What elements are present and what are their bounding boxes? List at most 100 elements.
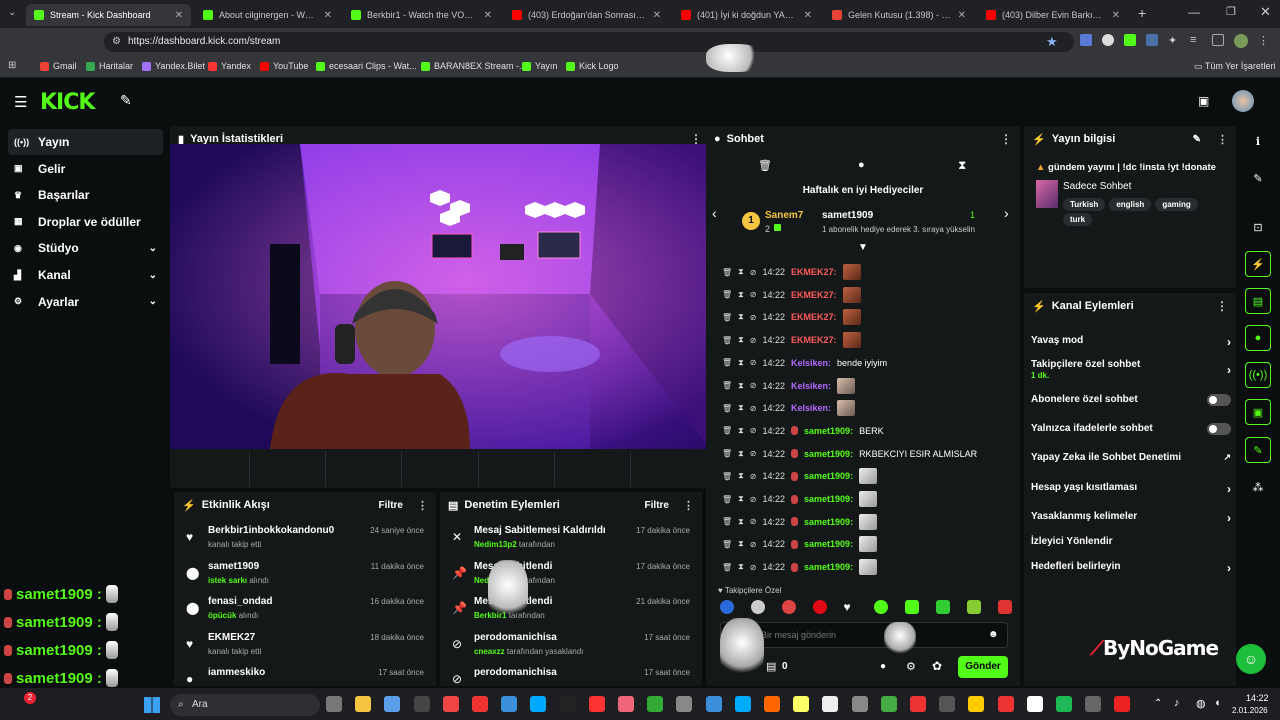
message-user[interactable]: samet1909: (804, 426, 853, 436)
tray-chevron-icon[interactable]: ⌃ (1154, 698, 1162, 709)
filter-button[interactable]: Filtre (379, 500, 403, 511)
browser-tab[interactable]: (403) Erdoğan'dan Sonrası Hes ✕ (504, 4, 669, 26)
delete-icon[interactable]: 🗑 (722, 540, 732, 549)
chat-message[interactable]: 🗑 ⧗ ⊘ 14:22 samet1909: (722, 513, 878, 531)
taskbar-app-icon[interactable] (530, 696, 547, 712)
puzzle-icon[interactable]: ✦ (1168, 34, 1180, 47)
network-icon[interactable]: ◍ (1196, 697, 1206, 710)
extension-icon[interactable] (1102, 34, 1114, 46)
tools-icon[interactable]: ✎ (120, 92, 132, 109)
message-user[interactable]: EKMEK27: (791, 290, 837, 300)
taskbar-app-icon[interactable] (1085, 696, 1102, 712)
bookmark-star-icon[interactable]: ★ (1046, 34, 1058, 50)
scroll-down-icon[interactable]: ▼ (858, 242, 868, 253)
tag-pill[interactable]: gaming (1155, 198, 1198, 211)
taskbar-app-icon[interactable] (588, 696, 605, 712)
ban-icon[interactable]: ⊘ (750, 426, 757, 435)
message-user[interactable]: samet1909: (804, 471, 853, 481)
taskbar-app-icon[interactable] (822, 696, 839, 712)
sidebar-item[interactable]: ▦ Droplar ve ödüller (8, 209, 163, 235)
emote-icon[interactable] (967, 600, 981, 614)
hourglass-icon[interactable]: ⧗ (958, 158, 966, 173)
profile-avatar[interactable] (1234, 34, 1248, 48)
filter-button[interactable]: Filtre (645, 500, 669, 511)
bookmark-item[interactable]: Yayın (522, 61, 557, 71)
emote-icon[interactable] (997, 600, 1012, 614)
delete-icon[interactable]: 🗑 (722, 358, 732, 367)
more-options-icon[interactable]: ⋮ (1217, 133, 1228, 146)
wrench-icon[interactable]: ✎ (1245, 437, 1271, 463)
delete-icon[interactable]: 🗑 (722, 404, 732, 413)
message-user[interactable]: samet1909: (804, 539, 853, 549)
list-item[interactable]: ⊘ perodomanichisa cneaxzz tarafından yasak… (448, 629, 694, 663)
chat-message[interactable]: 🗑 ⧗ ⊘ 14:22 EKMEK27: (722, 331, 861, 349)
extension-icon[interactable] (1124, 34, 1136, 46)
close-tab-icon[interactable]: ✕ (175, 10, 183, 21)
bookmark-item[interactable]: BARAN8EX Stream -... (421, 61, 527, 71)
taskbar-app-icon[interactable] (705, 696, 722, 712)
timeout-icon[interactable]: ⧗ (738, 562, 744, 572)
timeout-icon[interactable]: ⧗ (738, 335, 744, 345)
site-info-icon[interactable]: ⚙ (112, 36, 121, 47)
list-item[interactable]: ⬤ fenasi_ondad öpücük alındı 16 dakika önce (182, 593, 428, 627)
close-tab-icon[interactable]: ✕ (804, 10, 812, 21)
followers-chat-row[interactable]: Takipçilere özel sohbet › 1 dk. (1031, 359, 1231, 380)
taskbar-app-icon[interactable] (880, 696, 897, 712)
ban-icon[interactable]: ⊘ (750, 495, 757, 504)
chat-message[interactable]: 🗑 ⧗ ⊘ 14:22 EKMEK27: (722, 308, 861, 326)
timeout-icon[interactable]: ⧗ (738, 381, 744, 391)
extension-icon[interactable] (1080, 34, 1092, 46)
ban-icon[interactable]: ⊘ (750, 358, 757, 367)
chat-mode-icon[interactable]: ● (858, 159, 865, 171)
list-item[interactable]: 📌Mesaj SabitlendiNedim13p2 tarafından17 … (448, 558, 694, 592)
delete-icon[interactable]: 🗑 (722, 563, 732, 572)
trash-icon[interactable]: 🗑 (758, 159, 772, 172)
ban-icon[interactable]: ⊘ (750, 290, 757, 299)
delete-icon[interactable]: 🗑 (722, 426, 732, 435)
close-tab-icon[interactable]: ✕ (1112, 10, 1120, 21)
timeout-icon[interactable]: ⧗ (738, 403, 744, 413)
emote-icon[interactable] (720, 600, 734, 614)
timeout-icon[interactable]: ⧗ (738, 449, 744, 459)
bookmark-item[interactable]: Haritalar (86, 61, 133, 71)
list-item[interactable]: ♥ EKMEK27 kanalı takip etti 18 dakika önce (182, 629, 428, 663)
info-icon[interactable]: ℹ (1245, 128, 1271, 154)
stream-preview-video[interactable] (170, 144, 710, 449)
taskbar-app-icon[interactable] (501, 696, 518, 712)
timeout-icon[interactable]: ⧗ (738, 426, 744, 436)
sidebar-item[interactable]: ♛ Başarılar (8, 182, 163, 208)
delete-icon[interactable]: 🗑 (722, 449, 732, 458)
kick-logo[interactable]: KICK (40, 90, 95, 115)
tag-pill[interactable]: Turkish (1063, 198, 1106, 211)
taskbar-app-icon[interactable] (559, 696, 576, 712)
chat-message[interactable]: 🗑 ⧗ ⊘ 14:22 Kelsiken: (722, 399, 856, 417)
browser-tab[interactable]: Gelen Kutusu (1.398) - berksu ✕ (824, 4, 974, 26)
taskbar-app-icon[interactable] (764, 696, 780, 712)
media-icon[interactable]: ≡ (1190, 34, 1202, 46)
delete-icon[interactable]: 🗑 (722, 313, 732, 322)
message-user[interactable]: samet1909: (804, 449, 853, 459)
timeout-icon[interactable]: ⧗ (738, 471, 744, 481)
ban-icon[interactable]: ⊘ (750, 313, 757, 322)
prev-arrow-icon[interactable]: ‹ (712, 205, 717, 221)
more-options-icon[interactable]: ⋮ (683, 499, 694, 512)
chat-popout-icon[interactable]: ● (880, 661, 886, 672)
chat-message[interactable]: 🗑 ⧗ ⊘ 14:22 Kelsiken: bende iyiyim (722, 354, 887, 372)
message-user[interactable]: Kelsiken: (791, 403, 831, 413)
ai-moderation-row[interactable]: Yapay Zeka ile Sohbet Denetimi ↗ (1031, 452, 1231, 463)
chevron-down-icon[interactable]: ⌄ (149, 270, 157, 281)
tab-list-dropdown-icon[interactable]: ⌄ (8, 7, 16, 18)
browser-tab[interactable]: Berkbir1 - Watch the VOD on K ✕ (343, 4, 500, 26)
close-window-button[interactable]: ✕ (1260, 4, 1271, 20)
hamburger-menu-icon[interactable]: ☰ (14, 93, 27, 111)
delete-icon[interactable]: 🗑 (722, 290, 732, 299)
tag-pill[interactable]: english (1109, 198, 1152, 211)
taskbar-app-icon[interactable] (472, 696, 488, 712)
chat-icon[interactable]: ● (1245, 325, 1271, 351)
ban-icon[interactable]: ⊘ (750, 381, 757, 390)
ban-icon[interactable]: ⊘ (750, 449, 757, 458)
sidebar-item[interactable]: ◉ Stüdyo ⌄ (8, 235, 163, 261)
taskbar-app-icon[interactable] (997, 696, 1014, 712)
chat-message[interactable]: 🗑 ⧗ ⊘ 14:22 samet1909: RKBEKCIYI ESIR ALMISLA… (722, 445, 977, 463)
ban-icon[interactable]: ⊘ (750, 268, 757, 277)
